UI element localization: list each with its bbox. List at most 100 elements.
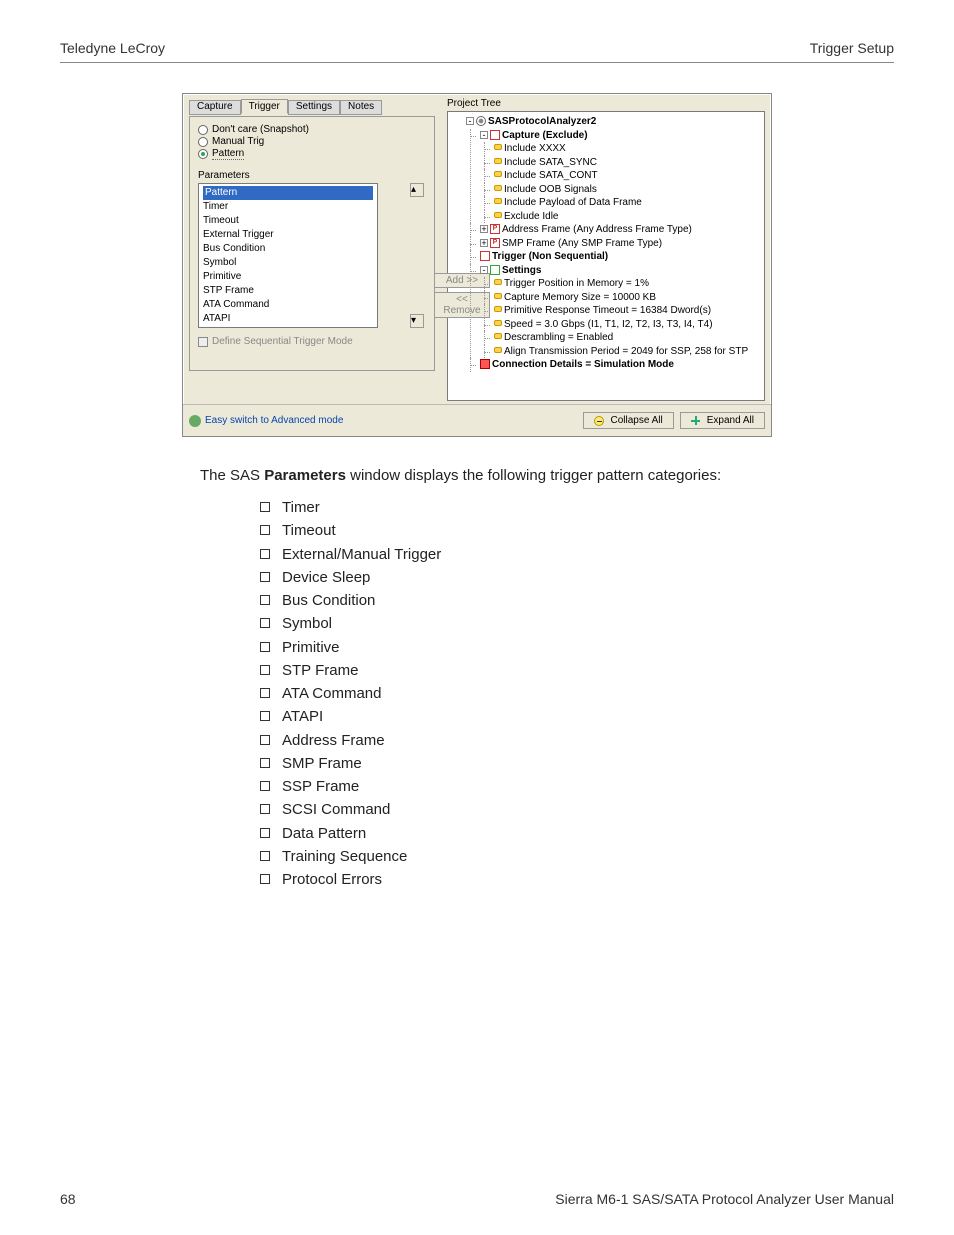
bullet-item: SMP Frame [260, 752, 894, 775]
gear-icon [476, 116, 486, 126]
list-item[interactable]: External Trigger [203, 228, 373, 242]
tree-settings[interactable]: Settings [502, 265, 541, 276]
bullet-item: ATAPI [260, 705, 894, 728]
tree-item[interactable]: Include SATA_CONT [504, 170, 598, 181]
tree-capture[interactable]: Capture (Exclude) [502, 130, 588, 141]
parameters-label: Parameters [198, 170, 426, 181]
bullet-item: Timeout [260, 519, 894, 542]
tree-item[interactable]: Primitive Response Timeout = 16384 Dword… [504, 305, 711, 316]
tree-item[interactable]: Capture Memory Size = 10000 KB [504, 292, 656, 303]
project-tree[interactable]: -SASProtocolAnalyzer2 -Capture (Exclude)… [447, 111, 765, 401]
scroll-down-icon[interactable]: ▾ [410, 314, 424, 328]
expand-all-button[interactable]: Expand All [680, 412, 765, 429]
tree-trigger[interactable]: Trigger (Non Sequential) [492, 251, 608, 262]
radio-manual-trig[interactable]: Manual Trig [198, 136, 426, 147]
leaf-icon [494, 293, 502, 299]
tabs: Capture Trigger Settings Notes [189, 98, 435, 113]
list-item[interactable]: Address Frame [203, 326, 373, 328]
collapse-all-button[interactable]: Collapse All [583, 412, 673, 429]
trigger-settings-screenshot: Capture Trigger Settings Notes Don't car… [182, 93, 772, 437]
scroll-up-icon[interactable]: ▴ [410, 183, 424, 197]
expand-icon[interactable]: + [480, 225, 488, 233]
leaf-icon [494, 171, 502, 177]
bullet-item: ATA Command [260, 682, 894, 705]
header-right: Trigger Setup [810, 40, 894, 56]
leaf-icon [494, 158, 502, 164]
bullet-item: Primitive [260, 636, 894, 659]
list-item[interactable]: Timeout [203, 214, 373, 228]
define-sequential-checkbox[interactable]: Define Sequential Trigger Mode [198, 336, 426, 347]
trigger-icon [480, 251, 490, 261]
bullet-item: Protocol Errors [260, 868, 894, 891]
collapse-icon[interactable]: - [480, 266, 488, 274]
tree-item[interactable]: Speed = 3.0 Gbps (I1, T1, I2, T2, I3, T3… [504, 319, 713, 330]
checkbox-icon [198, 337, 208, 347]
bullet-item: Device Sleep [260, 566, 894, 589]
easy-switch-link[interactable]: Easy switch to Advanced mode [189, 415, 343, 427]
expand-icon[interactable]: + [480, 239, 488, 247]
page-number: 68 [60, 1191, 76, 1207]
tree-item[interactable]: Descrambling = Enabled [504, 332, 613, 343]
tab-settings[interactable]: Settings [288, 100, 340, 115]
bullet-item: Timer [260, 496, 894, 519]
leaf-icon [494, 333, 502, 339]
tab-trigger[interactable]: Trigger [241, 99, 288, 114]
header-left: Teledyne LeCroy [60, 40, 165, 56]
settings-icon [490, 265, 500, 275]
bullet-item: SSP Frame [260, 775, 894, 798]
parameters-listbox[interactable]: Pattern Timer Timeout External Trigger B… [198, 183, 378, 328]
intro-text: The SAS Parameters window displays the f… [200, 465, 894, 486]
leaf-icon [494, 320, 502, 326]
p-icon: P [490, 224, 500, 234]
bullet-item: STP Frame [260, 659, 894, 682]
list-item[interactable]: Pattern [203, 186, 373, 200]
list-item[interactable]: STP Frame [203, 284, 373, 298]
tree-item[interactable]: Include SATA_SYNC [504, 157, 597, 168]
leaf-icon [494, 185, 502, 191]
tree-item[interactable]: Include Payload of Data Frame [504, 197, 642, 208]
tree-item[interactable]: Include XXXX [504, 143, 566, 154]
tree-item[interactable]: SMP Frame (Any SMP Frame Type) [502, 238, 662, 249]
collapse-icon[interactable]: - [480, 131, 488, 139]
leaf-icon [494, 347, 502, 353]
radio-pattern[interactable]: Pattern [198, 148, 426, 160]
leaf-icon [494, 279, 502, 285]
list-item[interactable]: Timer [203, 200, 373, 214]
radio-icon [198, 137, 208, 147]
radio-icon [198, 149, 208, 159]
tree-item[interactable]: Align Transmission Period = 2049 for SSP… [504, 346, 748, 357]
tab-notes[interactable]: Notes [340, 100, 382, 115]
connection-icon [480, 359, 490, 369]
switch-icon [189, 415, 201, 427]
page-footer: 68 Sierra M6-1 SAS/SATA Protocol Analyze… [60, 1191, 894, 1207]
plus-icon [691, 416, 701, 426]
list-item[interactable]: ATA Command [203, 298, 373, 312]
leaf-icon [494, 144, 502, 150]
leaf-icon [494, 306, 502, 312]
collapse-icon[interactable]: - [466, 117, 474, 125]
bullet-item: Training Sequence [260, 845, 894, 868]
list-item[interactable]: Primitive [203, 270, 373, 284]
list-item[interactable]: Symbol [203, 256, 373, 270]
radio-icon [198, 125, 208, 135]
tab-capture[interactable]: Capture [189, 100, 241, 115]
tree-item[interactable]: Address Frame (Any Address Frame Type) [502, 224, 692, 235]
bullet-item: Address Frame [260, 729, 894, 752]
project-tree-label: Project Tree [447, 96, 765, 109]
tree-item[interactable]: Trigger Position in Memory = 1% [504, 278, 649, 289]
tree-item[interactable]: Exclude Idle [504, 211, 558, 222]
bullet-list: Timer Timeout External/Manual Trigger De… [260, 496, 894, 891]
leaf-icon [494, 198, 502, 204]
footer-title: Sierra M6-1 SAS/SATA Protocol Analyzer U… [555, 1191, 894, 1207]
tree-item[interactable]: Include OOB Signals [504, 184, 597, 195]
bullet-item: Symbol [260, 612, 894, 635]
radio-dont-care[interactable]: Don't care (Snapshot) [198, 124, 426, 135]
list-item[interactable]: ATAPI [203, 312, 373, 326]
leaf-icon [494, 212, 502, 218]
tree-connection[interactable]: Connection Details = Simulation Mode [492, 359, 674, 370]
bullet-item: SCSI Command [260, 798, 894, 821]
list-item[interactable]: Bus Condition [203, 242, 373, 256]
bullet-item: Data Pattern [260, 822, 894, 845]
minus-icon [594, 416, 604, 426]
p-icon: P [490, 238, 500, 248]
